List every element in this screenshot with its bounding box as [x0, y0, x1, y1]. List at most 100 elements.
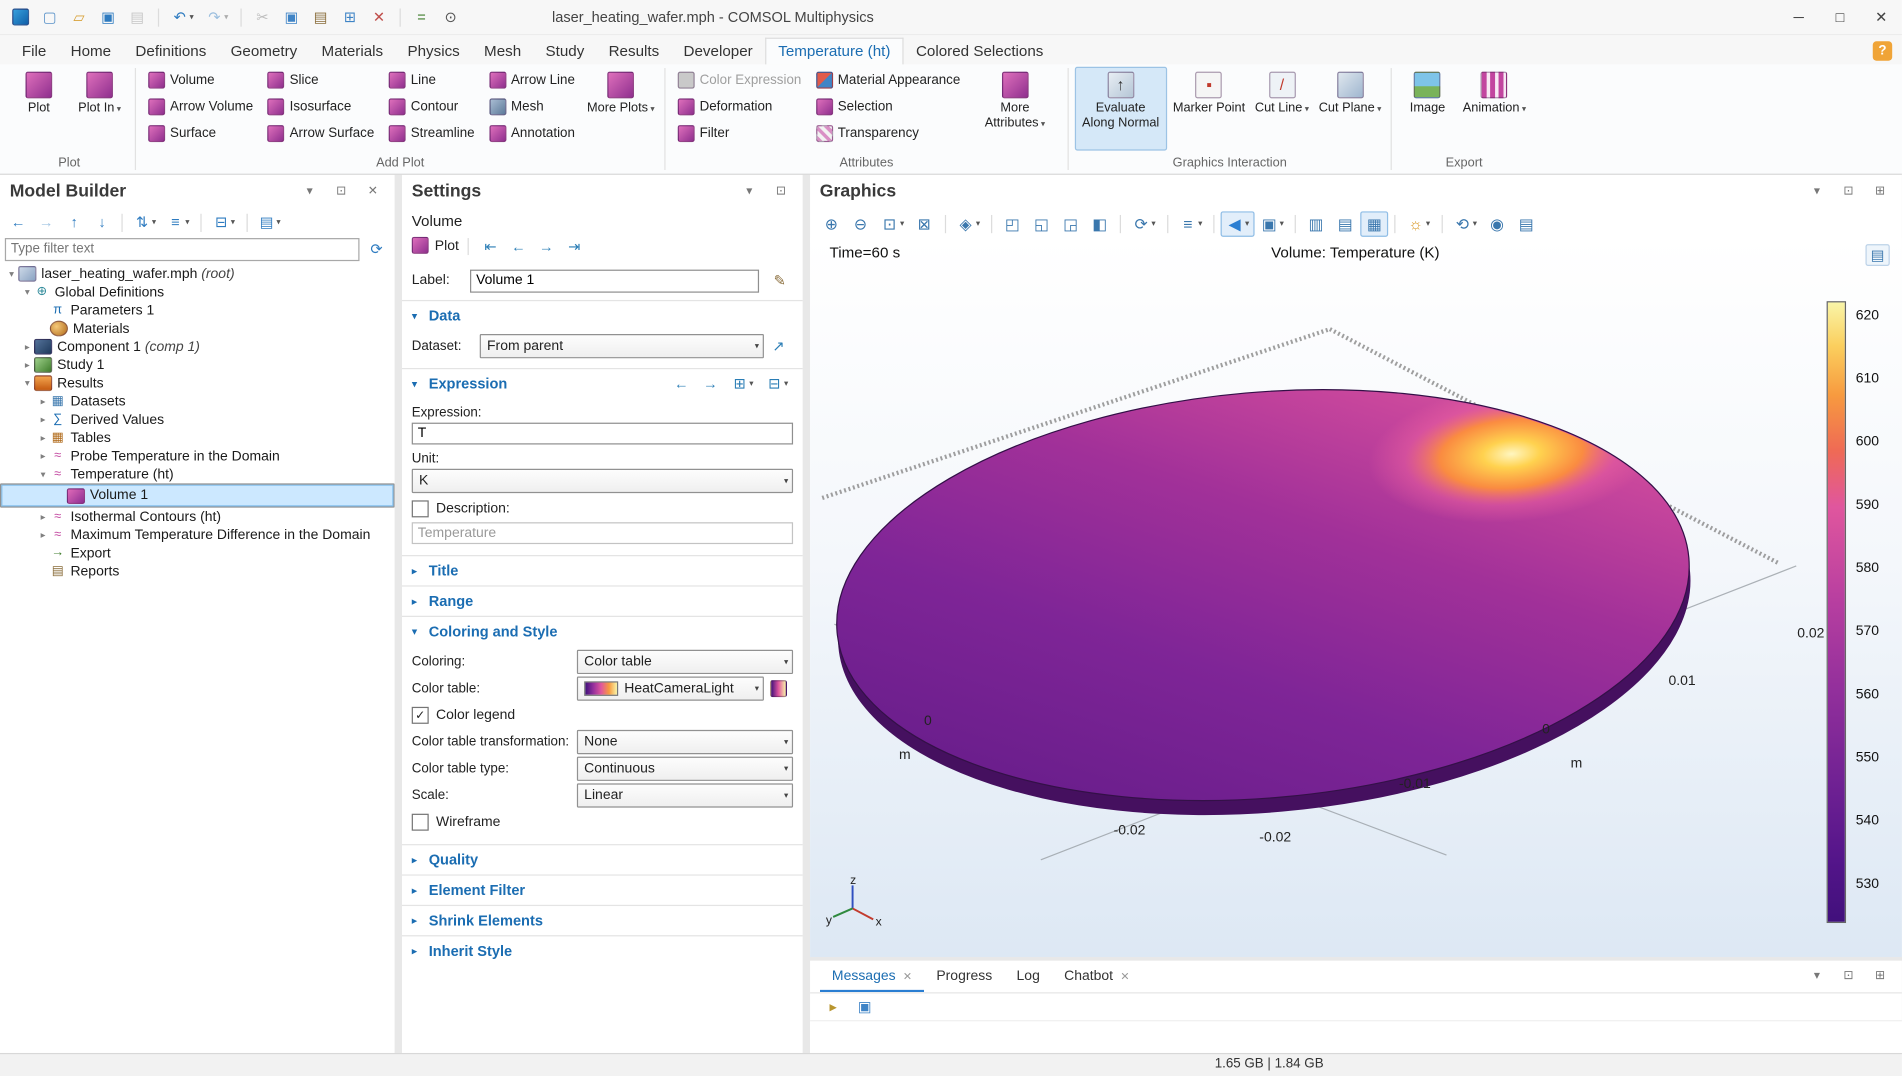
arrow-volume-button[interactable]: Arrow Volume	[142, 96, 259, 118]
maximize-panel-icon[interactable]: ⊞	[1868, 966, 1892, 988]
filter-button[interactable]: Filter	[672, 123, 808, 145]
zoom-box-icon[interactable]: ⊡▾	[876, 211, 909, 237]
unit-select[interactable]: K▾	[412, 469, 793, 493]
goto-source-icon[interactable]: ↗	[765, 334, 792, 358]
collapse-arrow-icon[interactable]: ▾	[5, 268, 18, 279]
tab-geometry[interactable]: Geometry	[218, 39, 309, 65]
tab-developer[interactable]: Developer	[671, 39, 764, 65]
color-legend-checkbox[interactable]: ✓	[412, 707, 429, 724]
scene-light-icon[interactable]: ☼▾	[1402, 211, 1435, 237]
snapshot-icon[interactable]: ◉	[1483, 211, 1511, 237]
section-header-title[interactable]: ▸Title	[402, 556, 803, 585]
section-header-inherit-style[interactable]: ▸Inherit Style	[402, 936, 803, 965]
plot-last-icon[interactable]: ⇥	[561, 234, 588, 258]
expand-arrow-icon[interactable]: ▸	[36, 432, 49, 443]
messages-tab-log[interactable]: Log	[1004, 961, 1052, 993]
undo-icon[interactable]: ↶▾	[166, 5, 198, 29]
expand-arrow-icon[interactable]: ▸	[21, 359, 34, 370]
tab-results[interactable]: Results	[596, 39, 671, 65]
split-vertical-icon[interactable]: ▤	[1331, 211, 1359, 237]
tree-item-volume-1[interactable]: Volume 1	[0, 483, 395, 507]
tab-temperature-ht[interactable]: Temperature (ht)	[765, 38, 904, 65]
more-attributes-button[interactable]: More Attributes ▾	[969, 67, 1061, 151]
arrow-line-button[interactable]: Arrow Line	[483, 69, 581, 91]
tab-mesh[interactable]: Mesh	[472, 39, 533, 65]
splitter-model-settings[interactable]	[395, 175, 402, 1053]
move-up-icon[interactable]: ↑	[61, 210, 88, 234]
search-icon[interactable]: ⊙	[437, 5, 464, 29]
expand-arrow-icon[interactable]: ▸	[36, 511, 49, 522]
plot-in-button[interactable]: Plot In ▾	[70, 67, 128, 151]
section-header-expression[interactable]: ▾Expression←→⊞▾⊟▾	[402, 369, 803, 398]
move-down-icon[interactable]: ↓	[89, 210, 116, 234]
description-checkbox[interactable]	[412, 500, 429, 517]
tree-item-temperature-ht[interactable]: ▾≈Temperature (ht)	[0, 465, 395, 483]
label-input[interactable]	[470, 269, 759, 292]
tree-item-parameters-1[interactable]: πParameters 1	[0, 301, 395, 319]
save-icon[interactable]: ▣	[95, 5, 122, 29]
tree-item-global-definitions[interactable]: ▾⊕Global Definitions	[0, 283, 395, 301]
panel-menu-icon[interactable]: ▾	[298, 181, 322, 203]
split-horizontal-icon[interactable]: ▥	[1302, 211, 1330, 237]
section-header-shrink-elements[interactable]: ▸Shrink Elements	[402, 906, 803, 935]
panel-menu-icon[interactable]: ▾	[1805, 181, 1829, 203]
xy-view-icon[interactable]: ◰	[998, 211, 1026, 237]
mesh-button[interactable]: Mesh	[483, 96, 581, 118]
open-icon[interactable]: ▱	[66, 5, 93, 29]
collapse-arrow-icon[interactable]: ▾	[21, 378, 34, 389]
detach-panel-icon[interactable]: ⊡	[769, 181, 793, 203]
messages-tab-messages[interactable]: Messages✕	[820, 961, 924, 993]
plot-window-icon[interactable]: ▣▾	[1255, 211, 1288, 237]
tree-item-tables[interactable]: ▸▦Tables	[0, 429, 395, 447]
volume-button[interactable]: Volume	[142, 69, 259, 91]
splitter-settings-graphics[interactable]	[803, 175, 810, 1053]
expand-arrow-icon[interactable]: ▸	[36, 396, 49, 407]
tree-item-reports[interactable]: ▤Reports	[0, 562, 395, 580]
new-file-icon[interactable]: ▢	[36, 5, 63, 29]
node-label-icon[interactable]: ≡▾	[162, 210, 194, 234]
section-header-quality[interactable]: ▸Quality	[402, 845, 803, 874]
copy-table-icon[interactable]: ▣	[851, 995, 878, 1019]
panel-menu-icon[interactable]: ▾	[737, 181, 761, 203]
refresh-filter-icon[interactable]: ⟳	[363, 237, 390, 261]
tab-file[interactable]: File	[10, 39, 59, 65]
slice-button[interactable]: Slice	[262, 69, 381, 91]
section-header-range[interactable]: ▸Range	[402, 587, 803, 616]
selection-button[interactable]: Selection	[810, 96, 967, 118]
compute-icon[interactable]: =	[408, 5, 435, 29]
tree-item-export[interactable]: →Export	[0, 544, 395, 562]
select-tool-icon[interactable]: ▸	[820, 995, 847, 1019]
redo-icon[interactable]: ↷▾	[201, 5, 233, 29]
line-button[interactable]: Line	[383, 69, 481, 91]
cut-line-button[interactable]: /Cut Line ▾	[1251, 67, 1312, 151]
collapse-arrow-icon[interactable]: ▾	[21, 287, 34, 298]
tree-item-materials[interactable]: Materials	[0, 319, 395, 337]
tree-item-probe-temperature-in-the-domain[interactable]: ▸≈Probe Temperature in the Domain	[0, 447, 395, 465]
panel-menu-icon[interactable]: ▾	[1805, 966, 1829, 988]
app-logo-icon[interactable]	[7, 5, 34, 29]
expr-next-icon[interactable]: →	[697, 372, 724, 396]
copy-icon[interactable]: ▣	[278, 5, 305, 29]
tab-study[interactable]: Study	[533, 39, 596, 65]
tree-item-study-1[interactable]: ▸Study 1	[0, 356, 395, 374]
duplicate-icon[interactable]: ⊞	[336, 5, 363, 29]
expand-arrow-icon[interactable]: ▸	[36, 530, 49, 541]
surface-button[interactable]: Surface	[142, 123, 259, 145]
print-plot-icon[interactable]: ▤	[1512, 211, 1540, 237]
expand-arrow-icon[interactable]: ▸	[21, 341, 34, 352]
wireframe-checkbox[interactable]	[412, 814, 429, 831]
evaluate-along-normal-button[interactable]: ↑Evaluate Along Normal	[1074, 67, 1166, 151]
collapse-all-icon[interactable]: ⊟▾	[208, 210, 240, 234]
print-icon[interactable]: ▤	[124, 5, 151, 29]
color-table-type-select[interactable]: Continuous▾	[577, 757, 793, 781]
close-icon[interactable]: ✕	[1861, 0, 1902, 34]
zoom-in-icon[interactable]: ⊕	[817, 211, 845, 237]
table-window-icon[interactable]: ▦	[1360, 211, 1388, 237]
close-tab-icon[interactable]: ✕	[903, 970, 912, 983]
tab-materials[interactable]: Materials	[309, 39, 395, 65]
dataset-select[interactable]: From parent▾	[480, 334, 764, 358]
tab-colored-selections[interactable]: Colored Selections	[904, 39, 1056, 65]
tab-physics[interactable]: Physics	[395, 39, 472, 65]
annotation-button[interactable]: Annotation	[483, 123, 581, 145]
rename-icon[interactable]: ✎	[766, 268, 793, 292]
